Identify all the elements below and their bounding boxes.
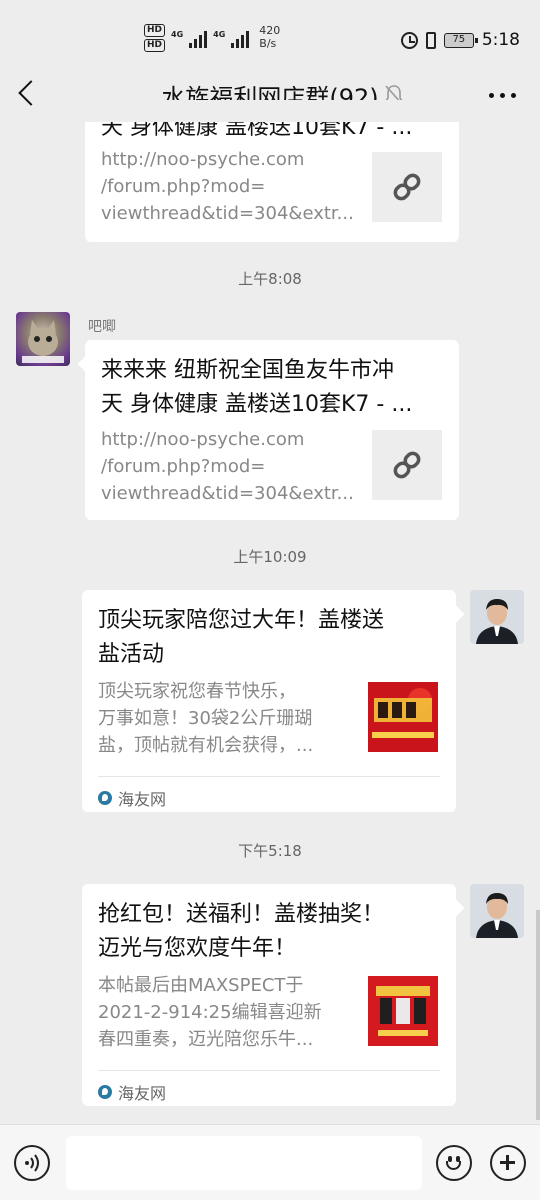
desc-line: /forum.php?mod= [101, 176, 266, 197]
plus-button[interactable] [490, 1145, 526, 1181]
card-divider [98, 776, 440, 777]
input-bar [0, 1124, 540, 1200]
title-line: 天 身体健康 盖楼送10套K7 - ... [101, 392, 413, 417]
alarm-icon [400, 31, 418, 49]
status-time: 5:18 [481, 30, 520, 50]
avatar[interactable] [16, 312, 70, 366]
emoji-mouth [446, 1161, 461, 1170]
card-divider [98, 1070, 440, 1071]
network-type: 4G [171, 30, 184, 39]
signal-icon [189, 28, 208, 48]
source-logo-icon [98, 791, 112, 805]
desc-line: viewthread&tid=304&extr... [101, 483, 354, 504]
desc-line: 顶尖玩家祝您春节快乐， [98, 681, 296, 702]
vibrate-icon [425, 31, 436, 49]
status-left: HD HD 4G 4G 420 B/s [144, 24, 280, 52]
timestamp: 上午8:08 [238, 270, 302, 288]
desc-line: /forum.php?mod= [101, 456, 266, 477]
timestamp: 上午10:09 [233, 548, 307, 566]
source-name: 海友网 [118, 790, 167, 809]
source-name: 海友网 [118, 1084, 167, 1103]
source-logo-icon [98, 1085, 112, 1099]
sender-name: 吧唧 [88, 319, 116, 335]
card-desc: 顶尖玩家祝您春节快乐， 万事如意！30袋2公斤珊瑚 盐，顶帖就有机会获得，... [98, 678, 313, 759]
hd-badge: HD [144, 24, 166, 37]
speed-value: 420 [259, 24, 281, 37]
title-line: 盐活动 [98, 642, 165, 667]
person-avatar-icon [470, 590, 524, 644]
card-title: 来来来 纽斯祝全国鱼友牛市冲 天 身体健康 盖楼送10套K7 - ... [101, 354, 445, 422]
link-card[interactable]: 来来来 纽斯祝全国鱼友牛市冲 天 身体健康 盖楼送10套K7 - ... htt… [85, 340, 459, 520]
network-type: 4G [213, 30, 226, 39]
emoji-button[interactable] [436, 1145, 472, 1181]
title-line: 来来来 纽斯祝全国鱼友牛市冲 [101, 358, 394, 383]
desc-line: 2021-2-914:25编辑喜迎新 [98, 1002, 322, 1023]
card-desc: http://noo-psyche.com /forum.php?mod= vi… [101, 146, 354, 227]
message-input[interactable] [66, 1136, 422, 1190]
avatar[interactable] [470, 590, 524, 644]
card-title: 顶尖玩家陪您过大年！盖楼送 盐活动 [98, 604, 442, 672]
desc-line: 本帖最后由MAXSPECT于 [98, 975, 304, 996]
link-thumbnail [372, 430, 442, 500]
more-options-icon[interactable] [489, 93, 516, 98]
hd-indicators: HD HD [144, 24, 166, 52]
card-desc: http://noo-psyche.com /forum.php?mod= vi… [101, 426, 354, 507]
card-desc: 本帖最后由MAXSPECT于 2021-2-914:25编辑喜迎新 春四重奏，迈… [98, 972, 322, 1053]
title-line: 抢红包！送福利！盖楼抽奖！ [98, 902, 385, 927]
cat-avatar-icon [22, 320, 64, 363]
card-source: 海友网 [98, 1080, 166, 1104]
desc-line: 春四重奏，迈光陪您乐牛... [98, 1029, 314, 1050]
article-card[interactable]: 抢红包！送福利！盖楼抽奖！ 迈光与您欢度牛年！ 本帖最后由MAXSPECT于 2… [82, 884, 456, 1106]
article-thumbnail [368, 682, 438, 752]
title-line: 顶尖玩家陪您过大年！盖楼送 [98, 608, 385, 633]
link-icon [393, 173, 421, 201]
article-thumbnail [368, 976, 438, 1046]
signal-icon [231, 28, 250, 48]
article-card[interactable]: 顶尖玩家陪您过大年！盖楼送 盐活动 顶尖玩家祝您春节快乐， 万事如意！30袋2公… [82, 590, 456, 812]
status-bar: HD HD 4G 4G 420 B/s 75 5:18 [0, 0, 540, 70]
battery-icon: 75 [443, 32, 478, 48]
desc-line: 万事如意！30袋2公斤珊瑚 [98, 708, 313, 729]
scroll-mask [85, 100, 459, 122]
timestamp: 下午5:18 [238, 842, 302, 860]
status-right: 75 5:18 [400, 30, 520, 50]
desc-line: http://noo-psyche.com [101, 149, 305, 170]
scrollbar[interactable] [536, 910, 540, 1120]
voice-button[interactable] [14, 1145, 50, 1181]
card-title: 抢红包！送福利！盖楼抽奖！ 迈光与您欢度牛年！ [98, 898, 442, 966]
desc-line: viewthread&tid=304&extr... [101, 203, 354, 224]
speed-unit: B/s [259, 37, 277, 50]
network-speed: 420 B/s [259, 24, 280, 50]
link-thumbnail [372, 152, 442, 222]
link-icon [393, 451, 421, 479]
card-source: 海友网 [98, 786, 166, 810]
desc-line: 盐，顶帖就有机会获得，... [98, 735, 314, 756]
person-avatar-icon [470, 884, 524, 938]
hd-badge: HD [144, 39, 166, 52]
desc-line: http://noo-psyche.com [101, 429, 305, 450]
voice-icon [25, 1154, 39, 1172]
title-line: 迈光与您欢度牛年！ [98, 936, 297, 961]
avatar[interactable] [470, 884, 524, 938]
